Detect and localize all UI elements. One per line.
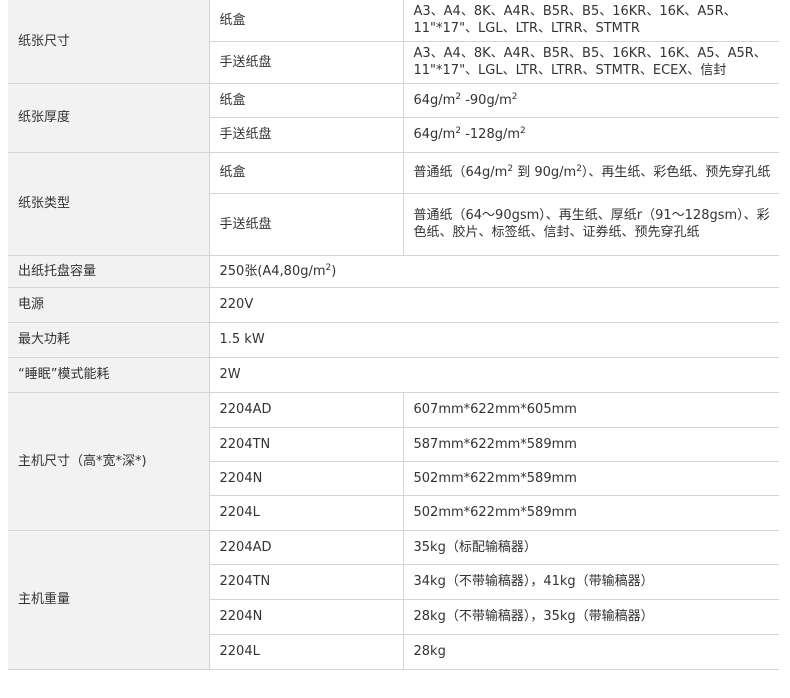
sub-label-bypass: 手送纸盘 (209, 41, 404, 84)
table-row: 主机尺寸（高*宽*深*) 2204AD 607mm*622mm*605mm (8, 392, 779, 531)
model-label: 2204TN (209, 427, 404, 462)
power-value: 220V (209, 287, 779, 323)
row-label-max-power: 最大功耗 (8, 322, 210, 358)
table-row: 纸张厚度 纸盒 64g/m2 -90g/m2 (8, 83, 779, 153)
row-label-output-capacity: 出纸托盘容量 (8, 255, 210, 288)
weight-value: 28kg（不带输稿器），35kg（带输稿器） (403, 599, 779, 635)
dimensions-value: 587mm*622mm*589mm (403, 427, 779, 462)
table-row: 主机重量 2204AD 35kg（标配输稿器） (8, 530, 779, 670)
sub-label-bypass: 手送纸盘 (209, 193, 404, 256)
row-label-dimensions: 主机尺寸（高*宽*深*) (8, 392, 210, 531)
model-label: 2204L (209, 495, 404, 531)
row-label-sleep-power: “睡眠”模式能耗 (8, 357, 210, 393)
dimensions-value: 607mm*622mm*605mm (403, 392, 779, 428)
table-row: 最大功耗 1.5 kW (8, 322, 779, 358)
paper-type-bypass-value: 普通纸（64～90gsm）、再生纸、厚纸r（91～128gsm）、彩色纸、胶片、… (403, 193, 779, 256)
model-label: 2204N (209, 461, 404, 496)
sub-label-cassette: 纸盒 (209, 152, 404, 194)
table-row: 纸张尺寸 纸盒 A3、A4、8K、A4R、B5R、B5、16KR、16K、A5R… (8, 0, 779, 84)
spec-table: 纸张尺寸 纸盒 A3、A4、8K、A4R、B5R、B5、16KR、16K、A5R… (8, 0, 779, 670)
paper-size-bypass-value: A3、A4、8K、A4R、B5R、B5、16KR、16K、A5、A5R、11"*… (403, 41, 779, 84)
row-label-power: 电源 (8, 287, 210, 323)
model-label: 2204AD (209, 530, 404, 565)
dimensions-value: 502mm*622mm*589mm (403, 461, 779, 496)
table-row: 电源 220V (8, 287, 779, 323)
row-label-paper-size: 纸张尺寸 (8, 0, 210, 84)
sleep-power-value: 2W (209, 357, 779, 393)
table-row: 纸张类型 纸盒 普通纸（64g/m2 到 90g/m2）、再生纸、彩色纸、预先穿… (8, 152, 779, 256)
model-label: 2204L (209, 634, 404, 670)
weight-value: 34kg（不带输稿器），41kg（带输稿器） (403, 564, 779, 600)
dimensions-value: 502mm*622mm*589mm (403, 495, 779, 531)
sub-label-cassette: 纸盒 (209, 0, 404, 42)
sub-label-cassette: 纸盒 (209, 83, 404, 118)
paper-weight-bypass-value: 64g/m2 -128g/m2 (403, 117, 779, 153)
paper-weight-cassette-value: 64g/m2 -90g/m2 (403, 83, 779, 118)
row-label-paper-type: 纸张类型 (8, 152, 210, 256)
paper-type-cassette-value: 普通纸（64g/m2 到 90g/m2）、再生纸、彩色纸、预先穿孔纸 (403, 152, 779, 194)
row-label-paper-weight: 纸张厚度 (8, 83, 210, 153)
row-label-weight: 主机重量 (8, 530, 210, 670)
weight-value: 28kg (403, 634, 779, 670)
sub-label-bypass: 手送纸盘 (209, 117, 404, 153)
paper-size-cassette-value: A3、A4、8K、A4R、B5R、B5、16KR、16K、A5R、11"*17"… (403, 0, 779, 42)
max-power-value: 1.5 kW (209, 322, 779, 358)
model-label: 2204TN (209, 564, 404, 600)
weight-value: 35kg（标配输稿器） (403, 530, 779, 565)
output-capacity-value: 250张(A4,80g/m2) (209, 255, 779, 288)
table-row: “睡眠”模式能耗 2W (8, 357, 779, 393)
table-row: 出纸托盘容量 250张(A4,80g/m2) (8, 255, 779, 288)
model-label: 2204AD (209, 392, 404, 428)
model-label: 2204N (209, 599, 404, 635)
